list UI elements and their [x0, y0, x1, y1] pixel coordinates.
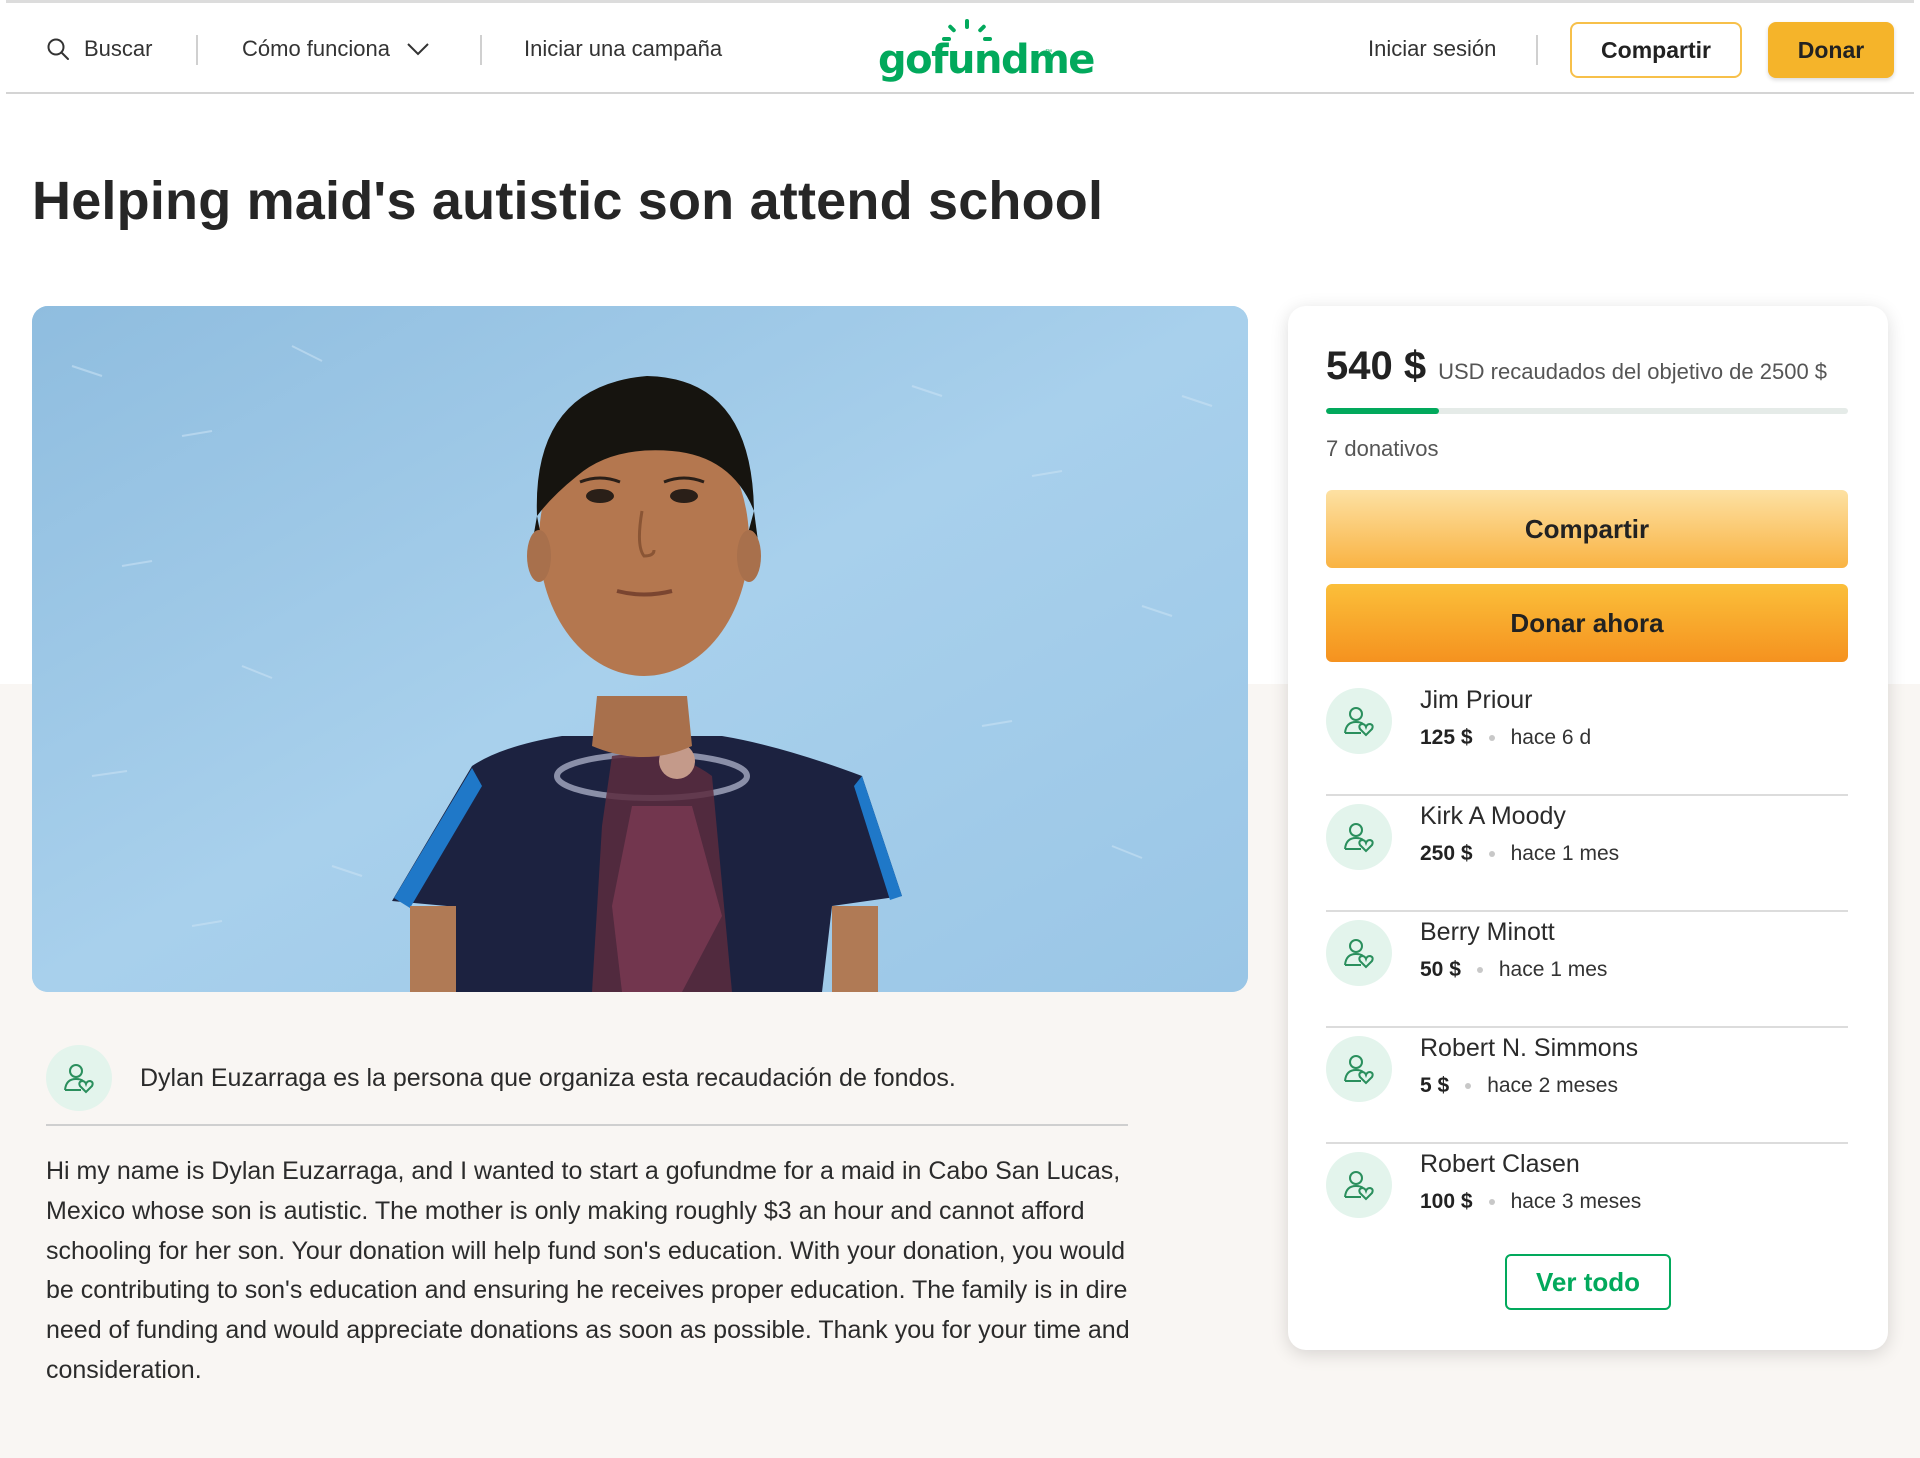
- user-heart-icon: [1344, 823, 1374, 853]
- search-link[interactable]: Buscar: [46, 31, 152, 67]
- login-label: Iniciar sesión: [1368, 36, 1497, 61]
- separator-dot: [1488, 1199, 1495, 1205]
- donation-list-item: Jim Priour 125 $ hace 6 d: [1326, 680, 1848, 796]
- search-label: Buscar: [84, 36, 153, 61]
- separator-dot: [1488, 735, 1495, 741]
- donor-name: Kirk A Moody: [1420, 802, 1566, 830]
- raised-amount: 540 $: [1326, 344, 1427, 388]
- how-it-works-menu[interactable]: Cómo funciona: [242, 31, 430, 67]
- donor-meta: 125 $ hace 6 d: [1420, 726, 1591, 750]
- nav-divider: [1536, 35, 1538, 65]
- donation-list-item: Berry Minott 50 $ hace 1 mes: [1326, 912, 1848, 1028]
- search-icon: [47, 38, 69, 60]
- donor-meta: 100 $ hace 3 meses: [1420, 1190, 1641, 1214]
- user-heart-icon: [1344, 1171, 1374, 1201]
- start-campaign-link[interactable]: Iniciar una campaña: [524, 31, 722, 67]
- donor-name: Robert Clasen: [1420, 1150, 1580, 1178]
- donor-meta: 250 $ hace 1 mes: [1420, 842, 1619, 866]
- user-heart-icon: [1344, 707, 1374, 737]
- see-all-donations-button[interactable]: Ver todo: [1505, 1254, 1671, 1310]
- campaign-title: Helping maid's autistic son attend schoo…: [32, 171, 1104, 231]
- nav-divider: [196, 35, 198, 65]
- header-donate-button[interactable]: Donar: [1768, 22, 1894, 78]
- donation-count: 7 donativos: [1326, 436, 1439, 461]
- donor-avatar: [1326, 1152, 1392, 1218]
- donor-avatar: [1326, 688, 1392, 754]
- donor-amount: 250 $: [1420, 842, 1473, 865]
- donor-meta: 5 $ hace 2 meses: [1420, 1074, 1618, 1098]
- donation-card: 540 $ USD recaudados del objetivo de 250…: [1288, 306, 1888, 1350]
- donor-time: hace 1 mes: [1510, 842, 1620, 865]
- share-button[interactable]: Compartir: [1326, 490, 1848, 568]
- donor-avatar: [1326, 1036, 1392, 1102]
- organizer-avatar: [46, 1045, 112, 1111]
- trademark-mark: ™: [1045, 49, 1052, 56]
- donor-amount: 5 $: [1420, 1074, 1450, 1097]
- user-heart-icon: [1344, 1055, 1374, 1085]
- donor-time: hace 2 meses: [1487, 1074, 1618, 1097]
- donor-name: Jim Priour: [1420, 686, 1533, 714]
- donor-amount: 125 $: [1420, 726, 1473, 749]
- donor-time: hace 6 d: [1510, 726, 1592, 749]
- donor-avatar: [1326, 920, 1392, 986]
- donor-name: Berry Minott: [1420, 918, 1555, 946]
- gofundme-logo[interactable]: gofundme ™: [872, 15, 1095, 85]
- site-header: Buscar Cómo funciona Iniciar una campaña…: [6, 0, 1914, 94]
- donor-amount: 100 $: [1420, 1190, 1473, 1213]
- logo-text: gofundme: [878, 37, 1095, 83]
- hero-illustration: [32, 306, 1248, 992]
- donation-list-item: Kirk A Moody 250 $ hace 1 mes: [1326, 796, 1848, 912]
- separator-dot: [1488, 851, 1495, 857]
- chevron-down-icon: [407, 43, 429, 56]
- user-heart-icon: [1344, 939, 1374, 969]
- progress-bar-fill: [1326, 408, 1439, 414]
- login-link[interactable]: Iniciar sesión: [1368, 31, 1496, 67]
- start-campaign-label: Iniciar una campaña: [524, 36, 723, 61]
- donor-name: Robert N. Simmons: [1420, 1034, 1639, 1062]
- recent-donations-list: Jim Priour 125 $ hace 6 d Kirk A Moody 2…: [1326, 680, 1848, 1260]
- donation-list-item: Robert Clasen 100 $ hace 3 meses: [1326, 1144, 1848, 1260]
- donor-avatar: [1326, 804, 1392, 870]
- separator-dot: [1476, 967, 1483, 973]
- donation-list-item: Robert N. Simmons 5 $ hace 2 meses: [1326, 1028, 1848, 1144]
- donor-time: hace 3 meses: [1510, 1190, 1642, 1213]
- donate-now-button[interactable]: Donar ahora: [1326, 584, 1848, 662]
- donor-meta: 50 $ hace 1 mes: [1420, 958, 1607, 982]
- organizer-row: Dylan Euzarraga es la persona que organi…: [46, 1032, 1128, 1124]
- nav-divider: [480, 35, 482, 65]
- organizer-text: Dylan Euzarraga es la persona que organi…: [140, 1063, 956, 1092]
- campaign-hero-image[interactable]: [32, 306, 1248, 992]
- campaign-story: Hi my name is Dylan Euzarraga, and I wan…: [46, 1157, 1130, 1384]
- organizer-divider: [46, 1124, 1128, 1126]
- how-it-works-label: Cómo funciona: [242, 36, 390, 61]
- user-heart-icon: [64, 1064, 94, 1094]
- separator-dot: [1465, 1083, 1472, 1089]
- donor-amount: 50 $: [1420, 958, 1461, 981]
- progress-bar: [1326, 408, 1848, 414]
- raised-summary: 540 $ USD recaudados del objetivo de 250…: [1326, 344, 1827, 389]
- donor-time: hace 1 mes: [1498, 958, 1608, 981]
- raised-goal-label: USD recaudados del objetivo de 2500 $: [1438, 359, 1828, 384]
- header-share-button[interactable]: Compartir: [1570, 22, 1742, 78]
